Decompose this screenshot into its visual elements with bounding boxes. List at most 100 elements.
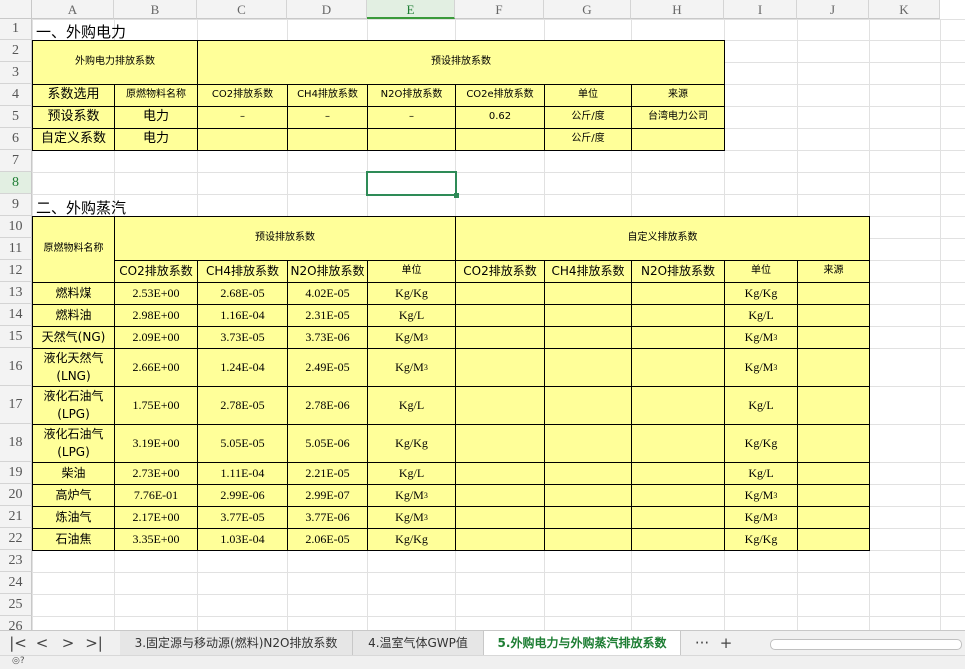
sheet-tab-4[interactable]: 4.温室气体GWP值	[353, 631, 484, 655]
row-header-16[interactable]: 16	[0, 348, 32, 386]
steam-custom-n2o[interactable]	[631, 282, 725, 305]
steam-unit[interactable]: Kg/L	[367, 386, 456, 425]
row-header-4[interactable]: 4	[0, 84, 32, 106]
electricity-custom-cell[interactable]: 自定义系数	[32, 128, 115, 151]
column-header-c[interactable]: C	[197, 0, 287, 19]
steam-material-name[interactable]: 天然气(NG)	[32, 326, 115, 349]
steam-custom-n2o[interactable]	[631, 506, 725, 529]
steam-n2o-value[interactable]: 2.78E-06	[287, 386, 368, 425]
column-header-i[interactable]: I	[724, 0, 797, 19]
steam-custom-n2o[interactable]	[631, 462, 725, 485]
steam-ch4-value[interactable]: 2.99E-06	[197, 484, 288, 507]
electricity-header-right[interactable]: 预设排放系数	[197, 40, 725, 85]
steam-custom-ch4[interactable]	[544, 528, 632, 551]
electricity-preset-cell[interactable]: 预设系数	[32, 106, 115, 129]
row-header-1[interactable]: 1	[0, 19, 32, 40]
steam-custom-unit[interactable]: Kg/L	[724, 462, 798, 485]
steam-custom-co2[interactable]	[455, 462, 545, 485]
electricity-custom-cell[interactable]	[197, 128, 288, 151]
steam-col-label[interactable]: N2O排放系数	[631, 260, 725, 283]
electricity-col-label[interactable]: 来源	[631, 84, 725, 107]
steam-unit[interactable]: Kg/Kg	[367, 528, 456, 551]
row-header-11[interactable]: 11	[0, 238, 32, 260]
steam-custom-unit[interactable]: Kg/Kg	[724, 528, 798, 551]
row-header-3[interactable]: 3	[0, 62, 32, 84]
steam-n2o-value[interactable]: 3.77E-06	[287, 506, 368, 529]
more-sheets-button[interactable]: ···	[692, 634, 712, 652]
steam-n2o-value[interactable]: 2.49E-05	[287, 348, 368, 387]
steam-n2o-value[interactable]: 3.73E-06	[287, 326, 368, 349]
steam-custom-unit[interactable]: Kg/M 3	[724, 484, 798, 507]
row-header-14[interactable]: 14	[0, 304, 32, 326]
steam-co2-value[interactable]: 3.19E+00	[114, 424, 198, 463]
prev-sheet-button[interactable]: <	[32, 634, 52, 652]
row-header-12[interactable]: 12	[0, 260, 32, 282]
steam-material-name[interactable]: 液化石油气(LPG)	[32, 424, 115, 463]
steam-col-label[interactable]: 单位	[724, 260, 798, 283]
fill-handle[interactable]	[454, 193, 459, 198]
steam-custom-co2[interactable]	[455, 386, 545, 425]
electricity-col-label[interactable]: 系数选用	[32, 84, 115, 107]
steam-custom-co2[interactable]	[455, 282, 545, 305]
steam-custom-ch4[interactable]	[544, 506, 632, 529]
steam-ch4-value[interactable]: 2.68E-05	[197, 282, 288, 305]
steam-header-preset[interactable]: 预设排放系数	[114, 216, 456, 261]
steam-ch4-value[interactable]: 1.16E-04	[197, 304, 288, 327]
steam-material-name[interactable]: 液化天然气(LNG)	[32, 348, 115, 387]
steam-col-label[interactable]: 单位	[367, 260, 456, 283]
steam-co2-value[interactable]: 2.09E+00	[114, 326, 198, 349]
steam-custom-ch4[interactable]	[544, 386, 632, 425]
steam-custom-unit[interactable]: Kg/Kg	[724, 282, 798, 305]
row-header-2[interactable]: 2	[0, 40, 32, 62]
steam-material-name[interactable]: 柴油	[32, 462, 115, 485]
steam-material-name[interactable]: 燃料煤	[32, 282, 115, 305]
row-header-25[interactable]: 25	[0, 594, 32, 616]
steam-unit[interactable]: Kg/M 3	[367, 348, 456, 387]
select-all-corner[interactable]	[0, 0, 32, 19]
electricity-custom-cell[interactable]	[287, 128, 368, 151]
next-sheet-button[interactable]: >	[58, 634, 78, 652]
steam-col-label[interactable]: CH4排放系数	[197, 260, 288, 283]
steam-custom-co2[interactable]	[455, 506, 545, 529]
steam-co2-value[interactable]: 3.35E+00	[114, 528, 198, 551]
row-header-22[interactable]: 22	[0, 528, 32, 550]
column-header-b[interactable]: B	[114, 0, 197, 19]
sheet-tab-3[interactable]: 3.固定源与移动源(燃料)N2O排放系数	[120, 631, 353, 655]
steam-co2-value[interactable]: 2.53E+00	[114, 282, 198, 305]
electricity-col-label[interactable]: N2O排放系数	[367, 84, 456, 107]
steam-custom-co2[interactable]	[455, 484, 545, 507]
electricity-col-label[interactable]: 单位	[544, 84, 632, 107]
row-header-8[interactable]: 8	[0, 172, 32, 194]
steam-ch4-value[interactable]: 3.77E-05	[197, 506, 288, 529]
steam-col-label[interactable]: N2O排放系数	[287, 260, 368, 283]
steam-custom-co2[interactable]	[455, 304, 545, 327]
steam-unit[interactable]: Kg/Kg	[367, 282, 456, 305]
steam-material-name[interactable]: 炼油气	[32, 506, 115, 529]
column-header-f[interactable]: F	[455, 0, 544, 19]
steam-custom-ch4[interactable]	[544, 424, 632, 463]
electricity-preset-cell[interactable]: –	[367, 106, 456, 129]
steam-custom-ch4[interactable]	[544, 348, 632, 387]
steam-co2-value[interactable]: 2.73E+00	[114, 462, 198, 485]
row-header-15[interactable]: 15	[0, 326, 32, 348]
steam-custom-unit[interactable]: Kg/M 3	[724, 326, 798, 349]
row-header-19[interactable]: 19	[0, 462, 32, 484]
spreadsheet-grid[interactable]: A B C D E F G H I J K 1 2 3 4 5 6 7 8 9 10 11 12 13 14 15 16 17 18 19…	[0, 0, 965, 630]
first-sheet-button[interactable]: |<	[8, 634, 28, 652]
electricity-col-label[interactable]: CO2排放系数	[197, 84, 288, 107]
row-header-5[interactable]: 5	[0, 106, 32, 128]
steam-material-name[interactable]: 石油焦	[32, 528, 115, 551]
steam-n2o-value[interactable]: 2.99E-07	[287, 484, 368, 507]
steam-custom-co2[interactable]	[455, 424, 545, 463]
steam-co2-value[interactable]: 7.76E-01	[114, 484, 198, 507]
electricity-preset-cell[interactable]: 0.62	[455, 106, 545, 129]
row-header-9[interactable]: 9	[0, 194, 32, 216]
steam-custom-unit[interactable]: Kg/L	[724, 386, 798, 425]
steam-custom-source[interactable]	[797, 326, 870, 349]
steam-header-custom[interactable]: 自定义排放系数	[455, 216, 870, 261]
electricity-header-left[interactable]: 外购电力排放系数	[32, 40, 198, 85]
steam-co2-value[interactable]: 1.75E+00	[114, 386, 198, 425]
steam-custom-n2o[interactable]	[631, 484, 725, 507]
row-header-7[interactable]: 7	[0, 150, 32, 172]
steam-col-label[interactable]: 来源	[797, 260, 870, 283]
